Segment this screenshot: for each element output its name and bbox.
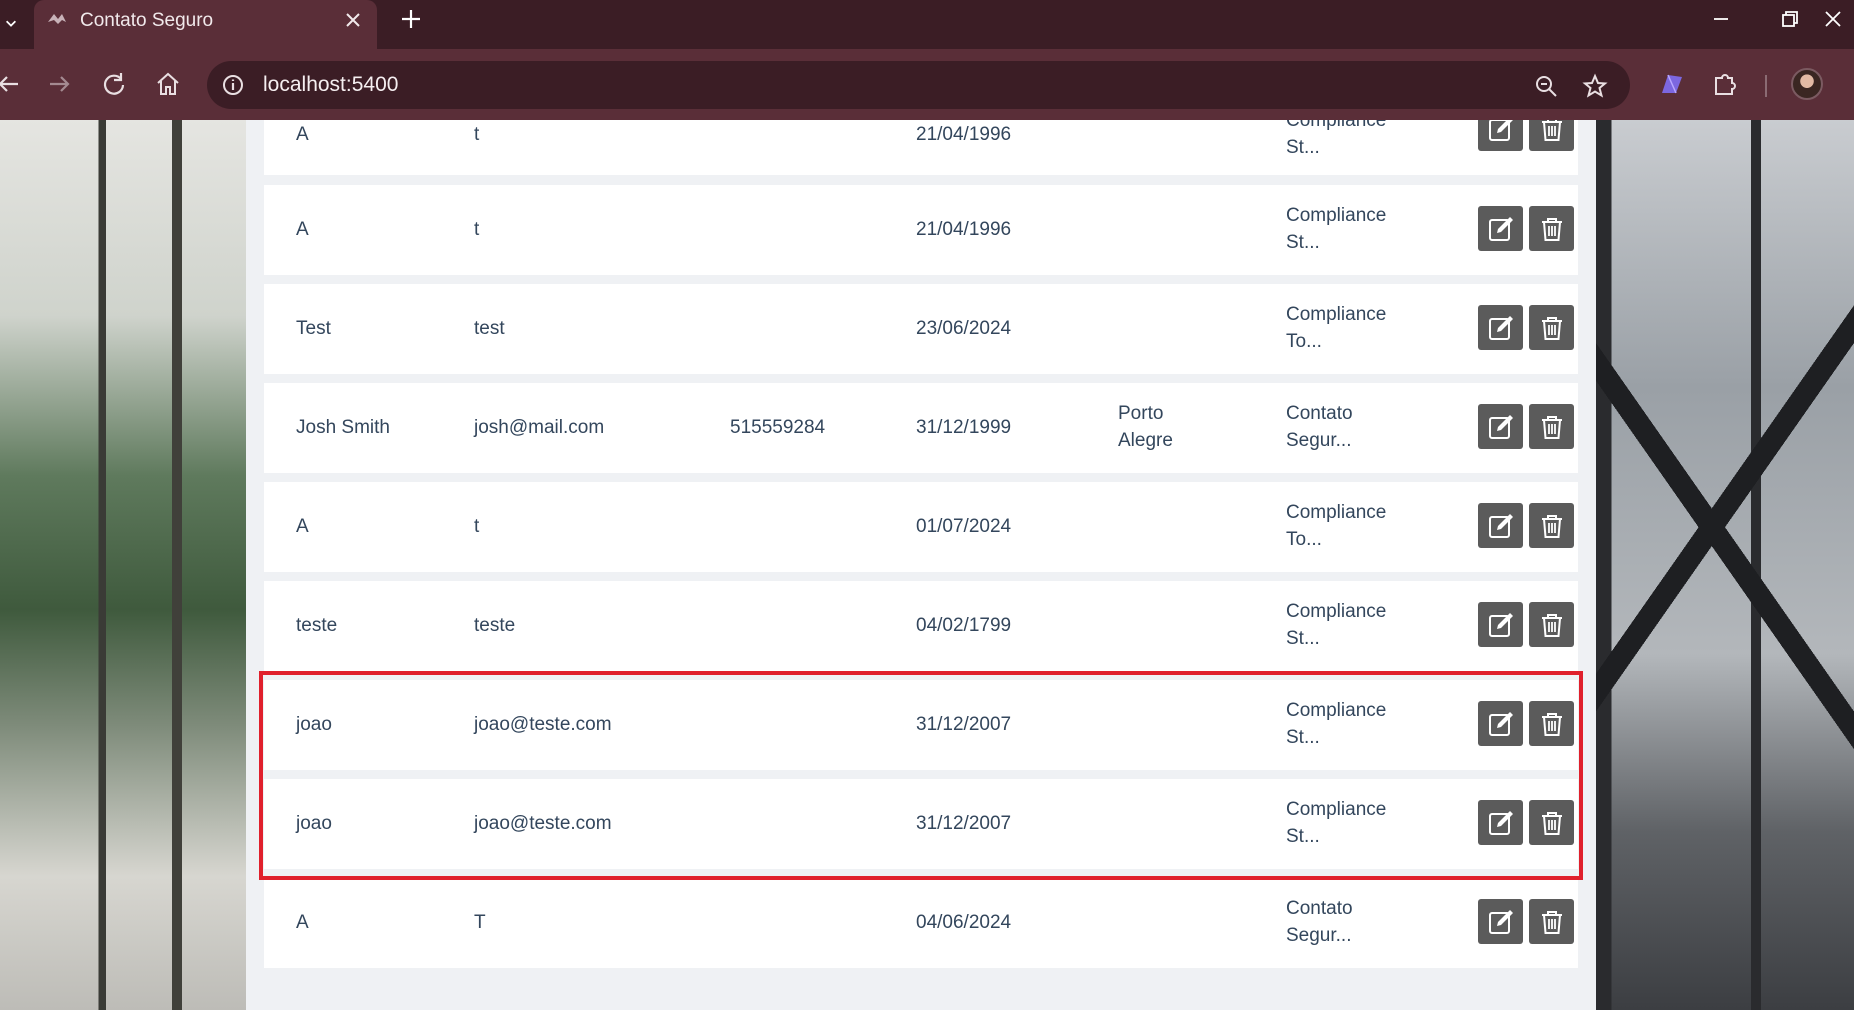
cell-date: 01/07/2024 [916, 516, 1012, 537]
table-row: A t 21/04/1996 Compliance St... [264, 120, 1578, 175]
cell-name: A [296, 124, 309, 145]
info-icon[interactable] [221, 73, 245, 97]
delete-button[interactable] [1529, 503, 1574, 548]
cell-date: 04/02/1799 [916, 615, 1012, 636]
cell-email: t [474, 516, 480, 537]
cell-company: Compliance St... [1286, 120, 1387, 158]
cell-name: A [296, 516, 309, 537]
star-icon[interactable] [1582, 73, 1608, 99]
edit-button[interactable] [1478, 899, 1523, 944]
tab-strip: Contato Seguro [0, 0, 1854, 49]
cell-phone: 515559284 [730, 417, 826, 438]
trash-icon [1541, 613, 1562, 637]
trash-icon [1541, 514, 1562, 538]
extension-icon[interactable] [1656, 69, 1686, 99]
toolbar-divider [1765, 75, 1767, 97]
table-row: teste teste 04/02/1799 Compliance St... [264, 581, 1578, 671]
duplicate-rows-highlight [259, 671, 1583, 880]
edit-icon [1488, 315, 1513, 340]
cell-company: Contato Segur... [1286, 403, 1353, 451]
edit-icon [1488, 513, 1513, 538]
address-bar[interactable]: localhost:5400 [207, 61, 1630, 109]
edit-icon [1488, 414, 1513, 439]
edit-button[interactable] [1478, 404, 1523, 449]
edit-icon [1488, 612, 1513, 637]
favicon-icon [48, 14, 66, 24]
table-row: A t 01/07/2024 Compliance To... [264, 482, 1578, 572]
cell-name: Josh Smith [296, 417, 390, 438]
cell-email: t [474, 124, 480, 145]
edit-button[interactable] [1478, 120, 1523, 151]
background-photo-right [1596, 120, 1854, 1010]
tab-search-chevron-icon[interactable] [0, 8, 22, 38]
url-text: localhost:5400 [263, 73, 399, 96]
cell-date: 23/06/2024 [916, 318, 1012, 339]
back-icon[interactable] [0, 69, 24, 99]
cell-name: A [296, 219, 309, 240]
puzzle-icon[interactable] [1710, 69, 1740, 99]
home-icon[interactable] [153, 69, 183, 99]
cell-email: t [474, 219, 480, 240]
cell-company: Compliance To... [1286, 304, 1387, 352]
table-row: Test test 23/06/2024 Compliance To... [264, 284, 1578, 374]
table-row: Josh Smith josh@mail.com 515559284 31/12… [264, 383, 1578, 473]
cell-name: teste [296, 615, 338, 636]
delete-button[interactable] [1529, 899, 1574, 944]
browser-toolbar: localhost:5400 [0, 49, 1854, 120]
delete-button[interactable] [1529, 404, 1574, 449]
edit-button[interactable] [1478, 305, 1523, 350]
table-row: A t 21/04/1996 Compliance St... [264, 185, 1578, 275]
edit-icon [1488, 216, 1513, 241]
edit-icon [1488, 909, 1513, 934]
trash-icon [1541, 316, 1562, 340]
cell-company: Compliance St... [1286, 205, 1387, 253]
edit-button[interactable] [1478, 206, 1523, 251]
delete-button[interactable] [1529, 206, 1574, 251]
reload-icon[interactable] [99, 69, 129, 99]
trash-icon [1541, 415, 1562, 439]
zoom-icon[interactable] [1533, 73, 1559, 99]
plus-icon[interactable] [398, 6, 424, 32]
forward-icon[interactable] [44, 69, 74, 99]
table-row: A T 04/06/2024 Contato Segur... [264, 878, 1578, 968]
cell-company: Compliance St... [1286, 601, 1387, 649]
cell-date: 21/04/1996 [916, 124, 1012, 145]
active-tab[interactable]: Contato Seguro [34, 0, 377, 49]
cell-date: 21/04/1996 [916, 219, 1012, 240]
delete-button[interactable] [1529, 120, 1574, 151]
minimize-icon[interactable] [1706, 6, 1736, 32]
cell-email: T [474, 912, 486, 933]
cell-company: Contato Segur... [1286, 898, 1353, 946]
edit-button[interactable] [1478, 602, 1523, 647]
cell-name: A [296, 912, 309, 933]
trash-icon [1541, 910, 1562, 934]
cell-date: 31/12/1999 [916, 417, 1012, 438]
edit-icon [1488, 120, 1512, 141]
cell-company: Compliance To... [1286, 502, 1387, 550]
delete-button[interactable] [1529, 602, 1574, 647]
trash-icon [1541, 217, 1562, 241]
restore-icon[interactable] [1774, 6, 1804, 32]
cell-email: josh@mail.com [474, 417, 605, 438]
cell-email: test [474, 318, 505, 339]
cell-date: 04/06/2024 [916, 912, 1012, 933]
close-window-icon[interactable] [1818, 6, 1848, 32]
profile-avatar[interactable] [1791, 68, 1823, 100]
close-icon[interactable] [341, 8, 365, 32]
tab-title: Contato Seguro [80, 10, 214, 31]
cell-city: Porto Alegre [1118, 403, 1173, 451]
trash-icon [1541, 120, 1562, 141]
edit-button[interactable] [1478, 503, 1523, 548]
delete-button[interactable] [1529, 305, 1574, 350]
cell-email: teste [474, 615, 516, 636]
background-photo-left [0, 120, 246, 1010]
cell-name: Test [296, 318, 331, 339]
